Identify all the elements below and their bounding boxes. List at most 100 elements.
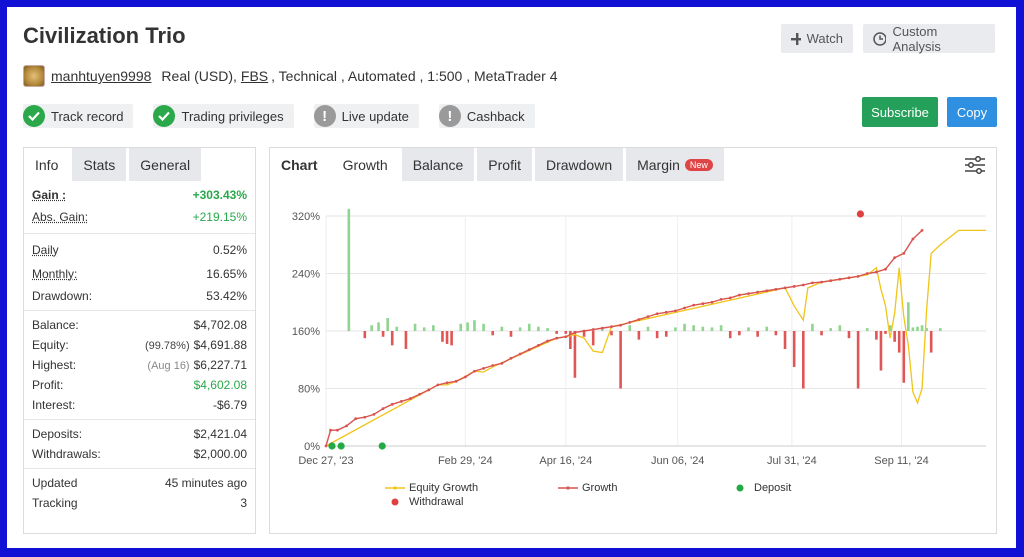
equity-percent: (99.78%) bbox=[144, 340, 190, 352]
tab-chart[interactable]: Chart bbox=[270, 148, 329, 181]
growth-point bbox=[664, 310, 668, 314]
x-tick-label: Apr 16, '24 bbox=[539, 455, 592, 467]
x-tick-label: Jul 31, '24 bbox=[767, 455, 817, 467]
tab-profit[interactable]: Profit bbox=[477, 148, 532, 181]
daily-label[interactable]: Daily bbox=[32, 243, 59, 257]
positive-bar bbox=[527, 323, 531, 331]
x-tick-label: Feb 29, '24 bbox=[438, 455, 493, 467]
growth-point bbox=[902, 251, 906, 255]
monthly-label[interactable]: Monthly: bbox=[32, 267, 77, 281]
negative-bar bbox=[756, 331, 759, 337]
withdrawals-label: Withdrawals: bbox=[32, 447, 101, 461]
growth-point bbox=[756, 290, 760, 294]
positive-bar bbox=[646, 326, 650, 331]
growth-point bbox=[710, 300, 714, 304]
positive-bar bbox=[473, 320, 476, 331]
check-icon bbox=[23, 105, 45, 127]
growth-point bbox=[847, 276, 851, 280]
growth-point bbox=[829, 279, 833, 283]
negative-bar bbox=[450, 331, 453, 346]
negative-bar bbox=[856, 331, 860, 389]
growth-point bbox=[473, 369, 476, 373]
tab-balance[interactable]: Balance bbox=[401, 148, 475, 181]
negative-bar bbox=[774, 331, 778, 336]
watch-button[interactable]: Watch bbox=[781, 24, 853, 53]
y-tick-label: 320% bbox=[292, 211, 320, 223]
username-link[interactable]: manhtuyen9998 bbox=[51, 68, 151, 84]
legend-deposit-label: Deposit bbox=[754, 482, 792, 494]
badge-cashback[interactable]: ! Cashback bbox=[438, 104, 535, 128]
growth-point bbox=[637, 318, 641, 321]
legend-equity[interactable]: Equity Growth bbox=[385, 482, 478, 494]
negative-bar bbox=[390, 331, 394, 346]
updated-row: Updated 45 minutes ago bbox=[24, 473, 255, 493]
exclamation-icon: ! bbox=[438, 105, 461, 127]
negative-bar bbox=[820, 331, 823, 336]
margin-label: Margin bbox=[637, 156, 680, 173]
gain-label[interactable]: Gain : bbox=[32, 188, 66, 202]
growth-point bbox=[737, 293, 741, 297]
growth-point bbox=[390, 402, 394, 406]
copy-button[interactable]: Copy bbox=[947, 97, 997, 127]
highest-row: Highest: (Aug 16) $6,227.71 bbox=[24, 355, 255, 375]
growth-point bbox=[324, 444, 328, 448]
interest-label: Interest: bbox=[32, 398, 76, 412]
legend-withdrawal[interactable]: Withdrawal bbox=[385, 496, 463, 508]
positive-bar bbox=[395, 326, 399, 331]
tracking-label: Tracking bbox=[32, 496, 78, 510]
custom-analysis-button[interactable]: Custom Analysis bbox=[863, 24, 995, 54]
growth-point bbox=[783, 286, 787, 290]
badge-trading-privileges[interactable]: Trading privileges bbox=[153, 104, 294, 128]
equity-row: Equity: (99.78%) $4,691.88 bbox=[24, 335, 255, 355]
negative-bar bbox=[902, 331, 906, 383]
tab-info[interactable]: Info bbox=[24, 148, 70, 181]
avatar[interactable] bbox=[23, 65, 45, 87]
growth-point bbox=[811, 281, 814, 285]
growth-point bbox=[774, 287, 778, 291]
positive-bar bbox=[482, 323, 485, 331]
stats-panel: Info Stats General Gain : +303.43% Abs. G… bbox=[23, 147, 256, 534]
growth-point bbox=[536, 343, 540, 347]
broker-link[interactable]: FBS bbox=[241, 68, 268, 84]
chart-panel: Chart Growth Balance Profit Drawdown Mar… bbox=[269, 147, 997, 534]
growth-point bbox=[345, 424, 348, 428]
account-meta: manhtuyen9998 Real (USD), FBS , Technica… bbox=[23, 65, 558, 87]
growth-point bbox=[683, 306, 686, 310]
subscribe-button[interactable]: Subscribe bbox=[862, 97, 938, 127]
tab-drawdown[interactable]: Drawdown bbox=[534, 148, 624, 181]
growth-point bbox=[482, 366, 485, 370]
interest-row: Interest: -$6.79 bbox=[24, 395, 255, 415]
growth-line bbox=[325, 229, 923, 447]
drawdown-label: Drawdown: bbox=[32, 289, 93, 303]
y-tick-label: 160% bbox=[292, 326, 320, 338]
abs-gain-label[interactable]: Abs. Gain: bbox=[32, 210, 88, 224]
badge-live-update[interactable]: ! Live update bbox=[313, 104, 419, 128]
tab-growth[interactable]: Growth bbox=[331, 148, 399, 181]
badge-label: Trading privileges bbox=[181, 108, 284, 124]
positive-bar bbox=[865, 328, 869, 331]
tab-margin[interactable]: Margin New bbox=[626, 148, 724, 181]
exclamation-icon: ! bbox=[313, 105, 336, 127]
positive-bar bbox=[907, 302, 910, 331]
negative-bar bbox=[363, 331, 367, 339]
legend-growth[interactable]: Growth bbox=[558, 482, 617, 494]
filter-settings-icon[interactable] bbox=[964, 156, 986, 174]
growth-point bbox=[418, 392, 422, 396]
x-tick-label: Dec 27, '23 bbox=[298, 455, 353, 467]
positive-bar bbox=[692, 325, 695, 331]
positive-bar bbox=[939, 328, 942, 331]
growth-point bbox=[427, 388, 431, 392]
legend-deposit[interactable]: Deposit bbox=[730, 482, 791, 494]
tab-general[interactable]: General bbox=[129, 148, 202, 181]
deposit-marker bbox=[328, 442, 336, 450]
growth-point bbox=[692, 303, 696, 307]
account-type: Real (USD), bbox=[161, 68, 237, 84]
legend-equity-label: Equity Growth bbox=[409, 482, 479, 494]
legend-withdrawal-label: Withdrawal bbox=[409, 496, 464, 508]
tab-stats[interactable]: Stats bbox=[72, 148, 127, 181]
badge-track-record[interactable]: Track record bbox=[23, 104, 134, 128]
growth-point bbox=[436, 383, 440, 387]
negative-bar bbox=[879, 331, 883, 371]
y-tick-label: 240% bbox=[292, 269, 320, 281]
withdrawals-row: Withdrawals: $2,000.00 bbox=[24, 444, 255, 464]
